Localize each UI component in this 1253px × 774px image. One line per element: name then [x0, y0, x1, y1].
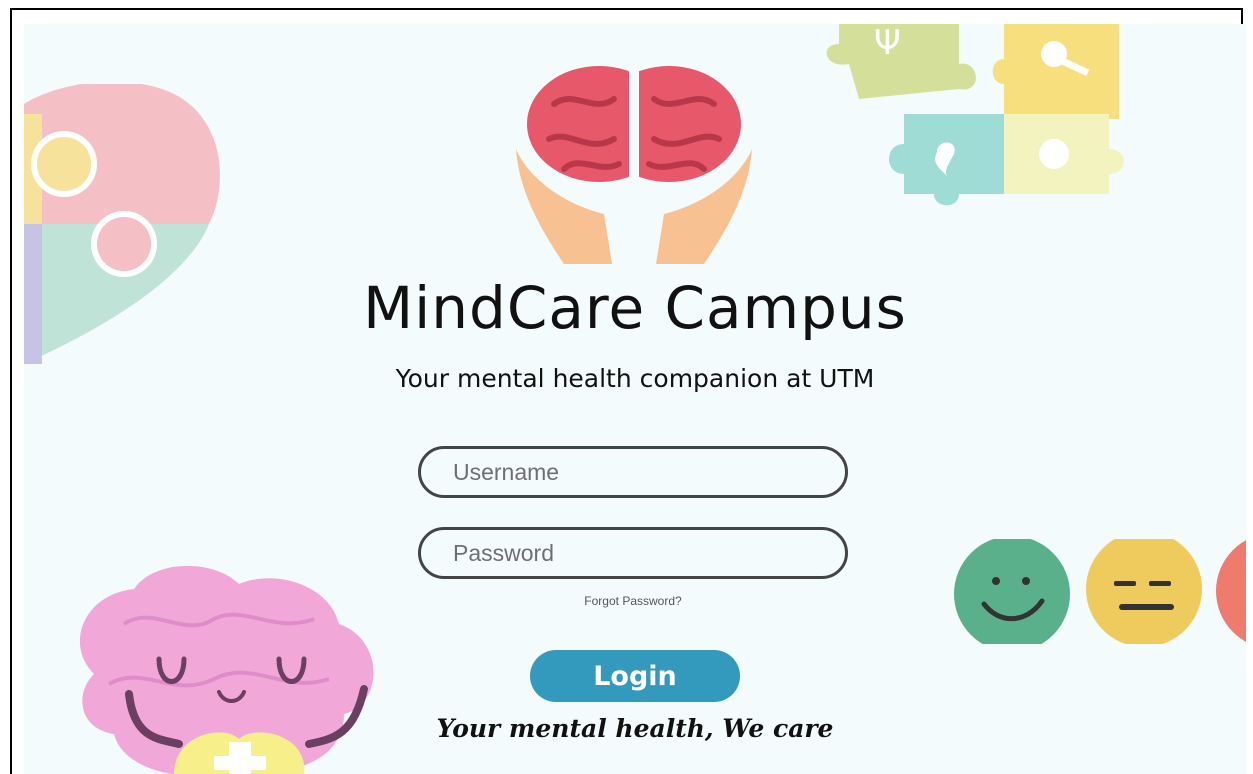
brain-in-hands-icon	[516, 64, 752, 264]
login-button[interactable]: Login	[530, 650, 740, 702]
neutral-face-icon	[1086, 539, 1202, 644]
username-input[interactable]	[451, 457, 845, 487]
meditating-brain-icon	[79, 565, 374, 774]
sad-face-icon	[1216, 540, 1246, 642]
svg-text:Ψ: Ψ	[874, 24, 901, 63]
password-field[interactable]	[418, 527, 848, 579]
happy-face-icon	[954, 539, 1070, 644]
mood-faces	[954, 539, 1246, 644]
app-title: MindCare Campus	[363, 274, 907, 342]
password-input[interactable]	[451, 538, 845, 568]
login-page: Ψ MindCare Campus Your mental health com…	[24, 24, 1246, 774]
forgot-password-link[interactable]: Forgot Password?	[418, 594, 848, 608]
puzzle-pieces-icon: Ψ	[826, 24, 1124, 206]
app-tagline: Your mental health companion at UTM	[395, 364, 875, 393]
username-field[interactable]	[418, 446, 848, 498]
